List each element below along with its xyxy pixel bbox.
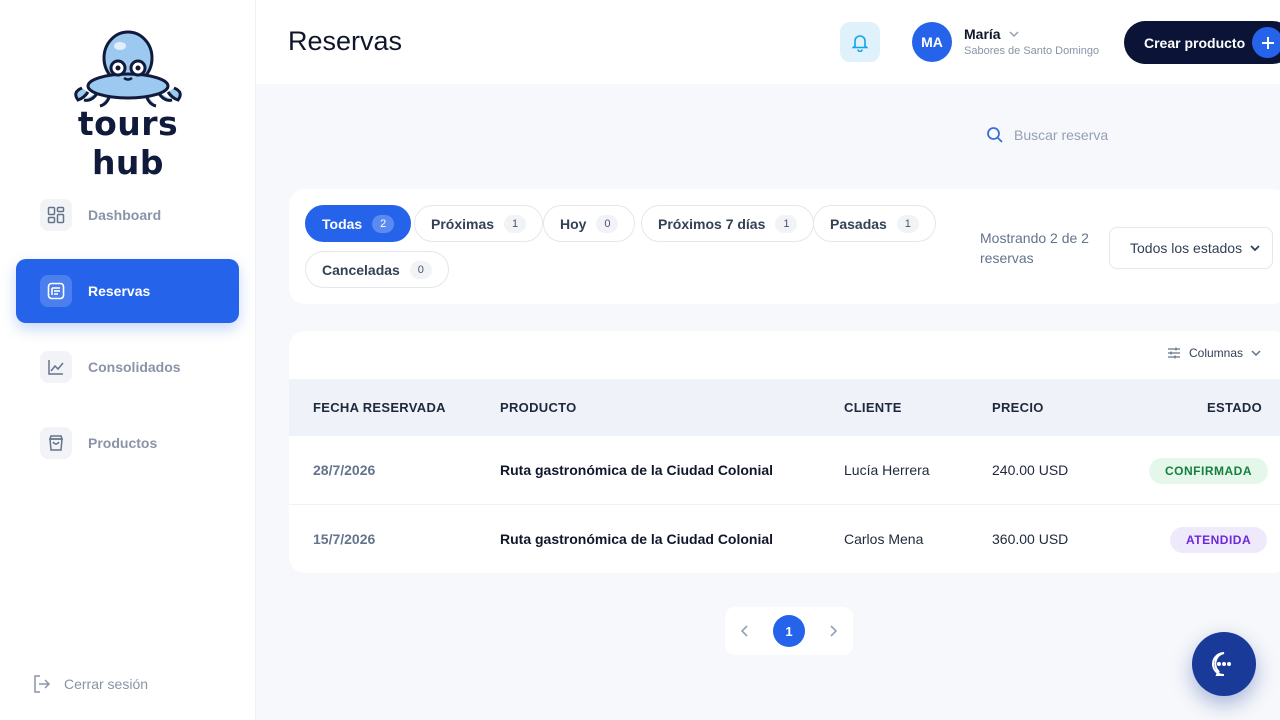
brand-name: tours hub bbox=[77, 104, 179, 182]
sidebar-item-label: Reservas bbox=[88, 283, 151, 299]
cell-date: 15/7/2026 bbox=[313, 531, 376, 547]
page-number-button[interactable]: 1 bbox=[773, 615, 805, 647]
column-header[interactable]: PRODUCTO bbox=[500, 400, 577, 415]
logout-label: Cerrar sesión bbox=[64, 676, 149, 692]
status-badge: CONFIRMADA bbox=[1149, 458, 1268, 484]
filter-chip-pasadas[interactable]: Pasadas 1 bbox=[813, 205, 936, 242]
pagination: 1 bbox=[725, 607, 853, 655]
plus-icon bbox=[1252, 27, 1280, 58]
cell-product: Ruta gastronómica de la Ciudad Colonial bbox=[500, 462, 774, 478]
notifications-button[interactable] bbox=[840, 22, 880, 62]
sidebar-item-productos[interactable]: Productos bbox=[16, 411, 239, 475]
column-header[interactable]: PRECIO bbox=[992, 400, 1044, 415]
columns-label: Columnas bbox=[1189, 346, 1244, 360]
chip-count: 0 bbox=[596, 214, 619, 233]
filter-card: Todas 2 Próximas 1 Hoy 0 Próximos 7 días… bbox=[289, 189, 1280, 304]
cell-price: 240.00 USD bbox=[992, 462, 1069, 478]
filter-chip-todas[interactable]: Todas 2 bbox=[305, 205, 412, 242]
create-product-button[interactable]: Crear producto bbox=[1124, 21, 1280, 64]
search-icon bbox=[987, 127, 1003, 143]
chevron-right-icon bbox=[830, 625, 837, 637]
avatar[interactable]: MA bbox=[912, 22, 952, 62]
cell-date: 28/7/2026 bbox=[313, 462, 376, 478]
status-badge: ATENDIDA bbox=[1170, 527, 1268, 553]
status-select[interactable]: Todos los estados bbox=[1109, 227, 1273, 269]
search-box bbox=[986, 126, 1214, 144]
table-header: FECHA RESERVADA PRODUCTO CLIENTE PRECIO … bbox=[289, 379, 1280, 436]
sidebar-item-label: Dashboard bbox=[88, 207, 162, 223]
cell-price: 360.00 USD bbox=[992, 531, 1069, 547]
chip-label: Todas bbox=[322, 215, 363, 232]
user-menu[interactable]: María Sabores de Santo Domingo bbox=[964, 26, 1099, 57]
chevron-left-icon bbox=[741, 625, 748, 637]
sidebar-item-label: Consolidados bbox=[88, 359, 181, 375]
chip-label: Canceladas bbox=[322, 261, 400, 278]
columns-button[interactable]: Columnas bbox=[1167, 346, 1261, 360]
chip-label: Próximas bbox=[431, 215, 495, 232]
next-page-button[interactable] bbox=[829, 625, 837, 637]
column-header[interactable]: FECHA RESERVADA bbox=[313, 400, 446, 415]
column-header[interactable]: ESTADO bbox=[1207, 400, 1262, 415]
chevron-down-icon bbox=[1250, 245, 1260, 251]
prev-page-button[interactable] bbox=[741, 625, 749, 637]
user-company: Sabores de Santo Domingo bbox=[964, 45, 1100, 57]
cell-client: Carlos Mena bbox=[844, 531, 924, 547]
status-select-value: Todos los estados bbox=[1130, 240, 1243, 256]
cell-client: Lucía Herrera bbox=[844, 462, 930, 478]
table-row[interactable]: 28/7/2026 Ruta gastronómica de la Ciudad… bbox=[289, 436, 1280, 505]
filter-chip-proximos-7-dias[interactable]: Próximos 7 días 1 bbox=[641, 205, 815, 242]
results-count: Mostrando 2 de 2 reservas bbox=[980, 230, 1089, 266]
chip-count: 2 bbox=[372, 214, 395, 233]
page-title: Reservas bbox=[288, 26, 403, 56]
chevron-down-icon bbox=[1009, 31, 1019, 37]
bag-icon bbox=[40, 427, 72, 459]
sliders-icon bbox=[1168, 347, 1180, 359]
bell-icon bbox=[851, 35, 869, 52]
chip-count: 1 bbox=[504, 214, 527, 233]
chip-label: Próximos 7 días bbox=[658, 215, 766, 232]
brand-logo[interactable]: tours hub bbox=[52, 28, 204, 182]
list-icon bbox=[40, 275, 72, 307]
octopus-icon bbox=[74, 30, 182, 108]
filter-chip-hoy[interactable]: Hoy 0 bbox=[543, 205, 636, 242]
column-header[interactable]: CLIENTE bbox=[844, 400, 902, 415]
chevron-down-icon bbox=[1251, 350, 1261, 356]
sidebar-item-consolidados[interactable]: Consolidados bbox=[16, 335, 239, 399]
chart-icon bbox=[40, 351, 72, 383]
reservations-table: Columnas FECHA RESERVADA PRODUCTO CLIENT… bbox=[289, 331, 1280, 573]
filter-chip-canceladas[interactable]: Canceladas 0 bbox=[305, 251, 449, 288]
grid-icon bbox=[40, 199, 72, 231]
user-name-row: María bbox=[964, 26, 1099, 42]
chip-count: 1 bbox=[896, 214, 919, 233]
filter-chip-proximas[interactable]: Próximas 1 bbox=[414, 205, 544, 242]
create-product-label: Crear producto bbox=[1144, 34, 1246, 51]
logout-button[interactable]: Cerrar sesión bbox=[32, 674, 148, 694]
chip-count: 1 bbox=[775, 214, 798, 233]
sidebar-item-label: Productos bbox=[88, 435, 158, 451]
chip-count: 0 bbox=[409, 260, 432, 279]
chat-button[interactable] bbox=[1192, 632, 1256, 696]
logout-icon bbox=[34, 675, 51, 693]
search-input[interactable] bbox=[1014, 127, 1214, 143]
user-name: María bbox=[964, 26, 1001, 42]
table-row[interactable]: 15/7/2026 Ruta gastronómica de la Ciudad… bbox=[289, 505, 1280, 573]
chip-label: Pasadas bbox=[830, 215, 887, 232]
top-header: Reservas MA María Sabores de Santo Domin… bbox=[256, 0, 1280, 84]
sidebar-item-reservas[interactable]: Reservas bbox=[16, 259, 239, 323]
sidebar-item-dashboard[interactable]: Dashboard bbox=[16, 183, 239, 247]
chip-label: Hoy bbox=[560, 215, 587, 232]
cell-product: Ruta gastronómica de la Ciudad Colonial bbox=[500, 531, 774, 547]
sidebar-nav: Dashboard Reservas Consolidados Producto… bbox=[16, 183, 239, 487]
sidebar: tours hub Dashboard Reservas Consolidado… bbox=[0, 0, 256, 720]
chat-bubble-icon bbox=[1212, 652, 1231, 676]
